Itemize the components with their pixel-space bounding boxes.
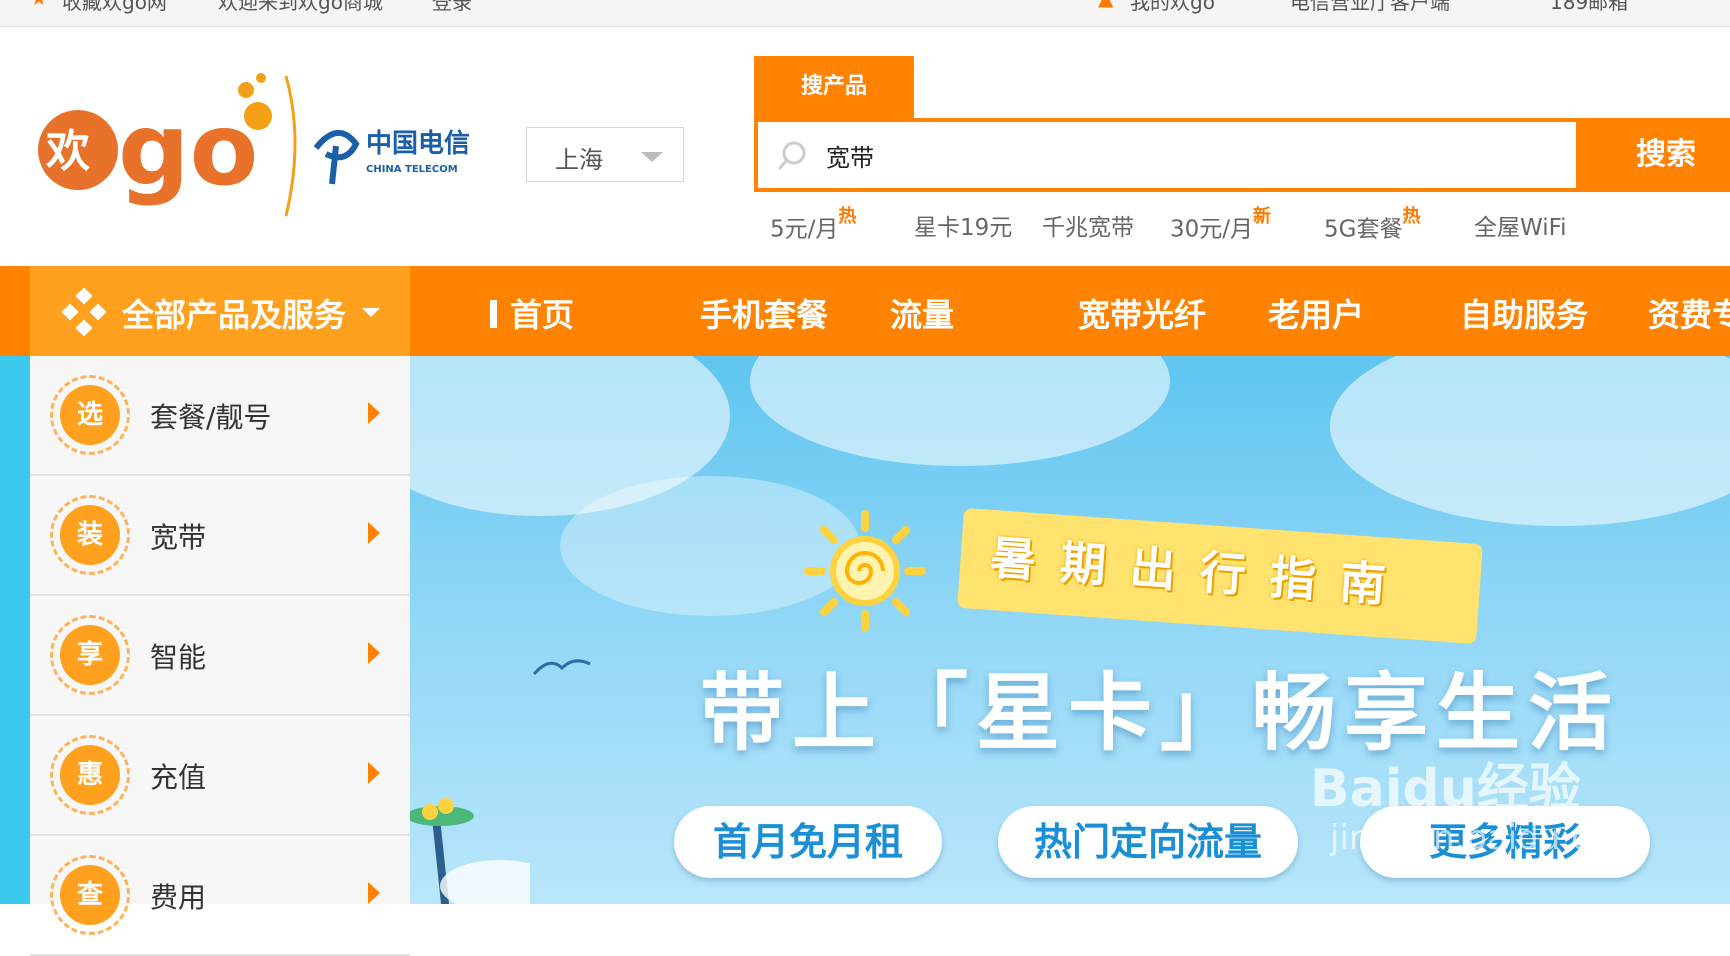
- welcome-text: 欢迎来到欢go商城: [218, 0, 383, 14]
- sidebar-item-label: 费用: [150, 881, 207, 914]
- baidu-watermark: Baidu经验: [1310, 759, 1581, 819]
- search-field[interactable]: [754, 118, 1580, 192]
- promo-banner[interactable]: 暑期出行指南 带上「星卡」畅享生活 首月免月租 热门定向流量 更多精彩 Baid…: [410, 356, 1730, 904]
- badge-icon: 享: [50, 615, 130, 695]
- sidebar-item-label: 套餐/靓号: [150, 401, 272, 434]
- mail-link[interactable]: 189邮箱: [1550, 0, 1628, 15]
- seagull-icon: [532, 659, 591, 676]
- user-icon: ▲: [1098, 0, 1113, 10]
- nav-item-self-service[interactable]: 自助服务: [1460, 290, 1588, 336]
- badge-icon: 装: [50, 495, 130, 575]
- tab-search-products[interactable]: 搜产品: [754, 56, 914, 118]
- cloud-decoration: [750, 356, 1170, 466]
- search-input[interactable]: [824, 132, 1468, 178]
- sun-icon: [804, 510, 926, 632]
- hot-tag: 热: [1402, 206, 1421, 227]
- sidebar-item-label: 充值: [150, 761, 207, 794]
- sidebar-item-broadband[interactable]: 装 宽带: [30, 476, 410, 596]
- hotword-link[interactable]: 千兆宽带: [1042, 208, 1134, 242]
- category-sidebar: 选 套餐/靓号 装 宽带 享 智能 惠 充值 查 费用: [30, 356, 410, 956]
- city-label: 上海: [555, 146, 603, 174]
- chevron-down-icon: [362, 308, 380, 317]
- hotword-link[interactable]: 30元/月新: [1170, 206, 1272, 244]
- sidebar-item-plans[interactable]: 选 套餐/靓号: [30, 356, 410, 476]
- all-products-menu-button[interactable]: 全部产品及服务: [30, 266, 410, 356]
- baidu-watermark-url: jingyan.baidu.com: [1330, 818, 1644, 858]
- chevron-right-icon: [368, 882, 380, 904]
- top-utility-bar: ★ 收藏欢go网 欢迎来到欢go商城 登录 ▲ 我的欢go 电信营业厅客户端 1…: [0, 0, 1730, 27]
- hotword-link[interactable]: 全屋WiFi: [1474, 208, 1567, 242]
- login-link[interactable]: 登录: [432, 0, 472, 15]
- main-nav: 全部产品及服务 首页 手机套餐 流量 宽带光纤 老用户 自助服务 资费专: [0, 266, 1730, 356]
- huango-logo-icon: 欢 go 中国电信 CHINA TELECOM: [38, 73, 470, 217]
- svg-text:中国电信: 中国电信: [366, 129, 470, 159]
- active-indicator: [490, 300, 497, 328]
- search-icon: [777, 141, 806, 170]
- bookmark-link[interactable]: 收藏欢go网: [62, 0, 167, 15]
- chevron-down-icon: [641, 152, 663, 162]
- chevron-right-icon: [368, 762, 380, 784]
- svg-text:欢: 欢: [45, 126, 90, 177]
- favorite-star-icon[interactable]: ★: [30, 0, 48, 10]
- nav-item-mobile-plans[interactable]: 手机套餐: [700, 290, 828, 336]
- city-selector[interactable]: 上海: [526, 127, 684, 182]
- hotword-link[interactable]: 星卡19元: [914, 208, 1012, 242]
- svg-text:CHINA TELECOM: CHINA TELECOM: [366, 164, 458, 175]
- nav-item-tariffs[interactable]: 资费专: [1648, 290, 1730, 336]
- chevron-right-icon: [368, 642, 380, 664]
- search-button[interactable]: 搜索: [1580, 118, 1730, 192]
- svg-text:go: go: [118, 91, 258, 208]
- sidebar-item-fees[interactable]: 查 费用: [30, 836, 410, 956]
- sidebar-item-label: 宽带: [150, 521, 207, 554]
- my-account-link[interactable]: 我的欢go: [1130, 0, 1215, 15]
- grid-diamond-icon: [61, 288, 107, 336]
- pill-button-hot-traffic[interactable]: 热门定向流量: [998, 806, 1298, 878]
- badge-icon: 惠: [50, 735, 130, 815]
- cloud-decoration: [1330, 356, 1730, 526]
- palm-tree-icon: [410, 798, 530, 904]
- hot-tag: 热: [838, 206, 857, 227]
- site-logo[interactable]: 欢 go 中国电信 CHINA TELECOM: [36, 70, 476, 220]
- chevron-right-icon: [368, 522, 380, 544]
- badge-icon: 选: [50, 375, 130, 455]
- chevron-right-icon: [368, 402, 380, 424]
- app-client-link[interactable]: 电信营业厅客户端: [1290, 0, 1450, 15]
- sidebar-item-smart[interactable]: 享 智能: [30, 596, 410, 716]
- sidebar-item-recharge[interactable]: 惠 充值: [30, 716, 410, 836]
- nav-item-existing-users[interactable]: 老用户: [1268, 290, 1364, 336]
- sidebar-item-label: 智能: [150, 641, 207, 674]
- nav-item-data[interactable]: 流量: [890, 290, 954, 336]
- badge-icon: 查: [50, 855, 130, 935]
- pill-button-free-rent[interactable]: 首月免月租: [674, 806, 942, 878]
- background-stripe: [0, 356, 30, 904]
- nav-item-broadband[interactable]: 宽带光纤: [1078, 290, 1206, 336]
- hotword-link[interactable]: 5G套餐热: [1324, 206, 1421, 244]
- hotword-link[interactable]: 5元/月热: [770, 206, 857, 244]
- all-products-label: 全部产品及服务: [122, 296, 347, 334]
- new-tag: 新: [1253, 206, 1272, 227]
- nav-item-home[interactable]: 首页: [510, 290, 574, 336]
